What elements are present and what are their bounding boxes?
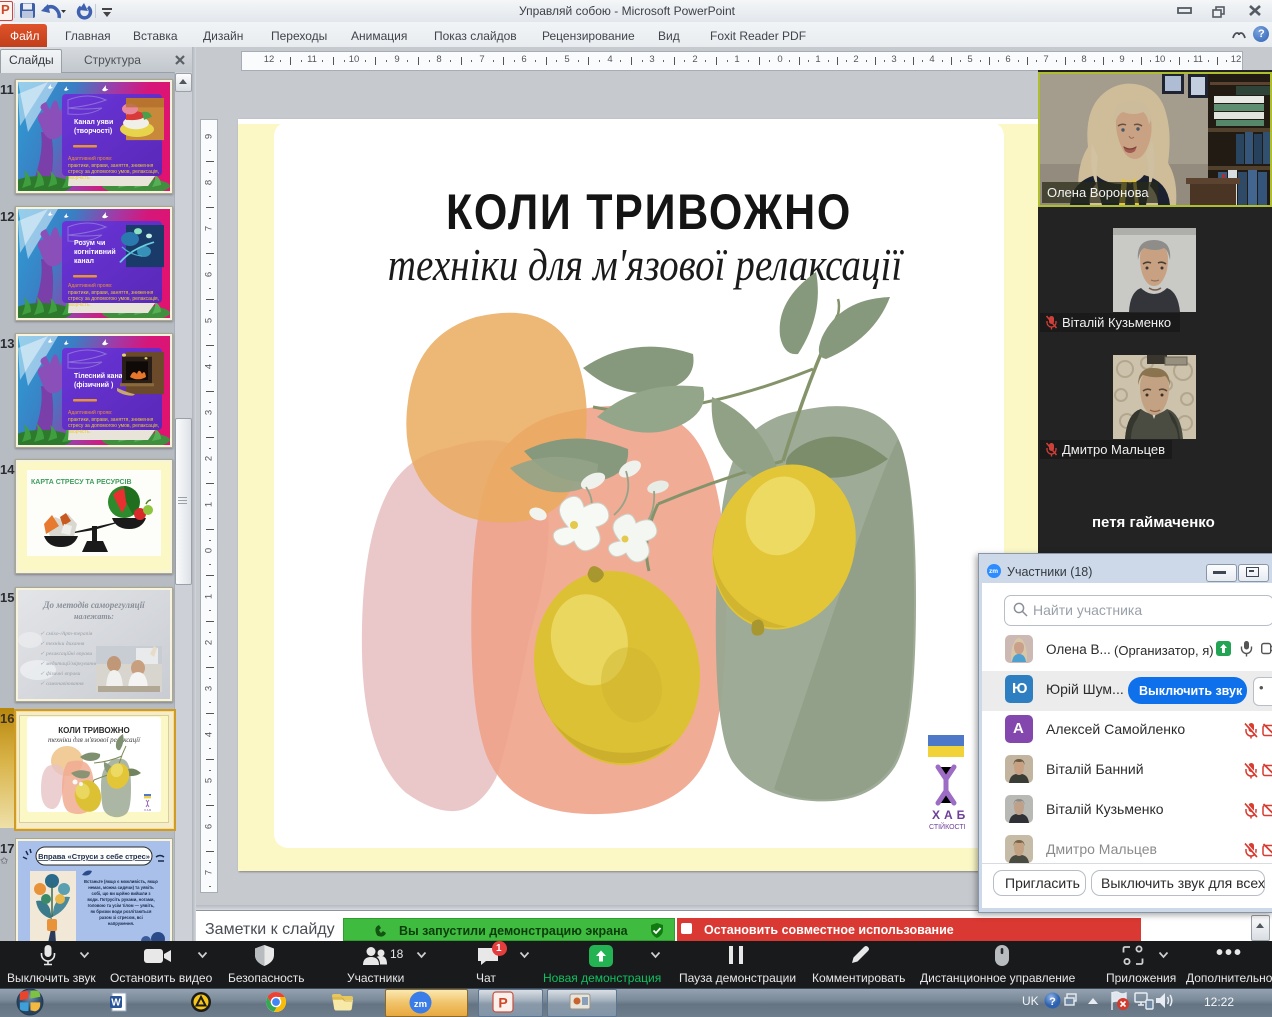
svg-text:✓ медитації/міркування: ✓ медитації/міркування bbox=[40, 660, 98, 667]
svg-text:До методів саморегуляції: До методів саморегуляції bbox=[42, 600, 145, 610]
svg-text:P: P bbox=[498, 995, 507, 1011]
svg-text:✓ техніки дихання: ✓ техніки дихання bbox=[40, 640, 85, 647]
svg-text:Адаптивний прояв:: Адаптивний прояв: bbox=[68, 282, 112, 289]
svg-text:води. Потрусіть руками, ногами: води. Потрусіть руками, ногами, bbox=[87, 897, 154, 902]
svg-text:канал: канал bbox=[74, 258, 94, 265]
svg-text:✓ самонавіювання: ✓ самонавіювання bbox=[40, 681, 84, 687]
svg-text:ХАБ: ХАБ bbox=[932, 808, 969, 822]
svg-text:(творчості): (творчості) bbox=[74, 127, 112, 135]
svg-text:головою та усім тілом — уявіть: головою та усім тілом — уявіть, bbox=[88, 903, 155, 908]
svg-text:когнітивний: когнітивний bbox=[74, 248, 116, 256]
svg-text:КОЛИ ТРИВОЖНО: КОЛИ ТРИВОЖНО bbox=[58, 726, 129, 735]
svg-text:Розум чи: Розум чи bbox=[74, 240, 105, 247]
svg-text:Канал уяви: Канал уяви bbox=[74, 119, 113, 126]
svg-text:Вправа «Струси з себе стрес»: Вправа «Струси з себе стрес» bbox=[38, 852, 150, 861]
svg-text:СТІЙКОСТІ: СТІЙКОСТІ bbox=[929, 822, 966, 831]
svg-text:собі, що ви щойно вийшли з: собі, що ви щойно вийшли з bbox=[91, 891, 150, 896]
svg-text:Тілесний канал: Тілесний канал bbox=[74, 372, 127, 380]
svg-text:техніки для м'язової релаксаці: техніки для м'язової релаксації bbox=[48, 736, 141, 744]
svg-text:(фізичний ): (фізичний ) bbox=[74, 381, 113, 389]
svg-text:немає, можна сидячи) та уявіть: немає, можна сидячи) та уявіть bbox=[88, 885, 154, 890]
svg-text:як бризки води розлітаються: як бризки води розлітаються bbox=[91, 909, 152, 914]
svg-text:творчість.: творчість. bbox=[68, 429, 91, 435]
svg-text:КАРТА СТРЕСУ ТА РЕСУРСІВ: КАРТА СТРЕСУ ТА РЕСУРСІВ bbox=[31, 479, 132, 486]
svg-text:разом зі стресом, всі: разом зі стресом, всі bbox=[99, 915, 143, 920]
svg-text:✓ фізичні вправи: ✓ фізичні вправи bbox=[40, 670, 81, 677]
svg-text:належать:: належать: bbox=[74, 612, 114, 621]
svg-text:?: ? bbox=[1049, 996, 1056, 1008]
svg-text:✓ релаксаційні вправи: ✓ релаксаційні вправи bbox=[40, 650, 92, 657]
svg-text:Х А Б: Х А Б bbox=[144, 808, 151, 812]
svg-text:творчість.: творчість. bbox=[68, 302, 91, 308]
svg-text:W: W bbox=[111, 998, 121, 1009]
svg-text:Встаньте (якщо є можливість, я: Встаньте (якщо є можливість, якщо bbox=[84, 879, 158, 884]
svg-text:zm: zm bbox=[414, 999, 427, 1010]
svg-text:напруження.: напруження. bbox=[108, 921, 134, 926]
svg-text:Адаптивний прояв:: Адаптивний прояв: bbox=[68, 155, 112, 162]
svg-text:✓ сміхо-/Арт-терапія: ✓ сміхо-/Арт-терапія bbox=[40, 631, 93, 637]
svg-text:творчість.: творчість. bbox=[68, 175, 91, 181]
svg-text:Адаптивний прояв:: Адаптивний прояв: bbox=[68, 409, 112, 416]
